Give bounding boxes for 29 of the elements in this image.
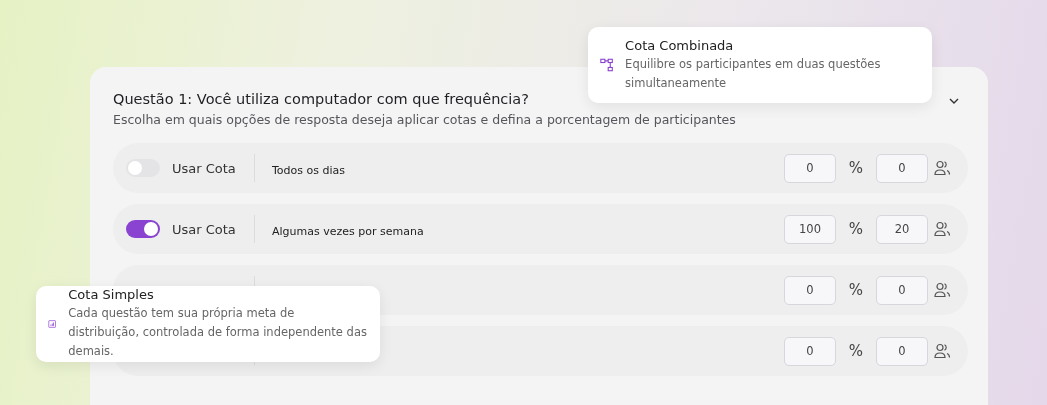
percent-unit: % — [847, 159, 865, 177]
toggle-label: Usar Cota — [172, 221, 236, 237]
participants-field[interactable]: 20 — [876, 214, 928, 244]
toggle-label: Usar Cota — [172, 160, 236, 176]
participants-field[interactable]: 0 — [876, 336, 928, 366]
percent-field[interactable]: 0 — [784, 336, 836, 366]
participants-field[interactable]: 0 — [876, 153, 928, 183]
popover-description: Cada questão tem sua própria meta de distribuição, controlada de forma independente das demais. — [68, 305, 368, 360]
participants-field[interactable]: 0 — [876, 275, 928, 305]
toggle-switch[interactable] — [126, 159, 160, 177]
popover-title: Cota Combinada — [625, 37, 735, 53]
people-icon — [934, 282, 952, 298]
toggle-switch[interactable] — [126, 220, 160, 238]
popover-title: Cota Simples — [68, 287, 155, 302]
people-icon — [934, 343, 952, 359]
question-title: Questão 1: Você utiliza computador com que frequência? — [113, 91, 530, 107]
percent-unit: % — [847, 281, 865, 299]
question-subtitle: Escolha em quais opções de resposta deseja aplicar cotas e defina a porcentagem de participantes — [113, 112, 736, 127]
percent-field[interactable]: 0 — [784, 153, 836, 183]
percent-field[interactable]: 100 — [784, 214, 836, 244]
percent-unit: % — [847, 220, 865, 238]
popover-description: Equilibre os participantes em duas questões simultaneamente — [625, 55, 882, 92]
answer-label: Todos os dias — [272, 163, 345, 177]
diagram-icon — [600, 57, 614, 73]
percent-unit: % — [847, 342, 865, 360]
percent-field[interactable]: 0 — [784, 275, 836, 305]
people-icon — [934, 160, 952, 176]
answer-label: Algumas vezes por semana — [272, 224, 424, 238]
people-icon — [934, 221, 952, 237]
